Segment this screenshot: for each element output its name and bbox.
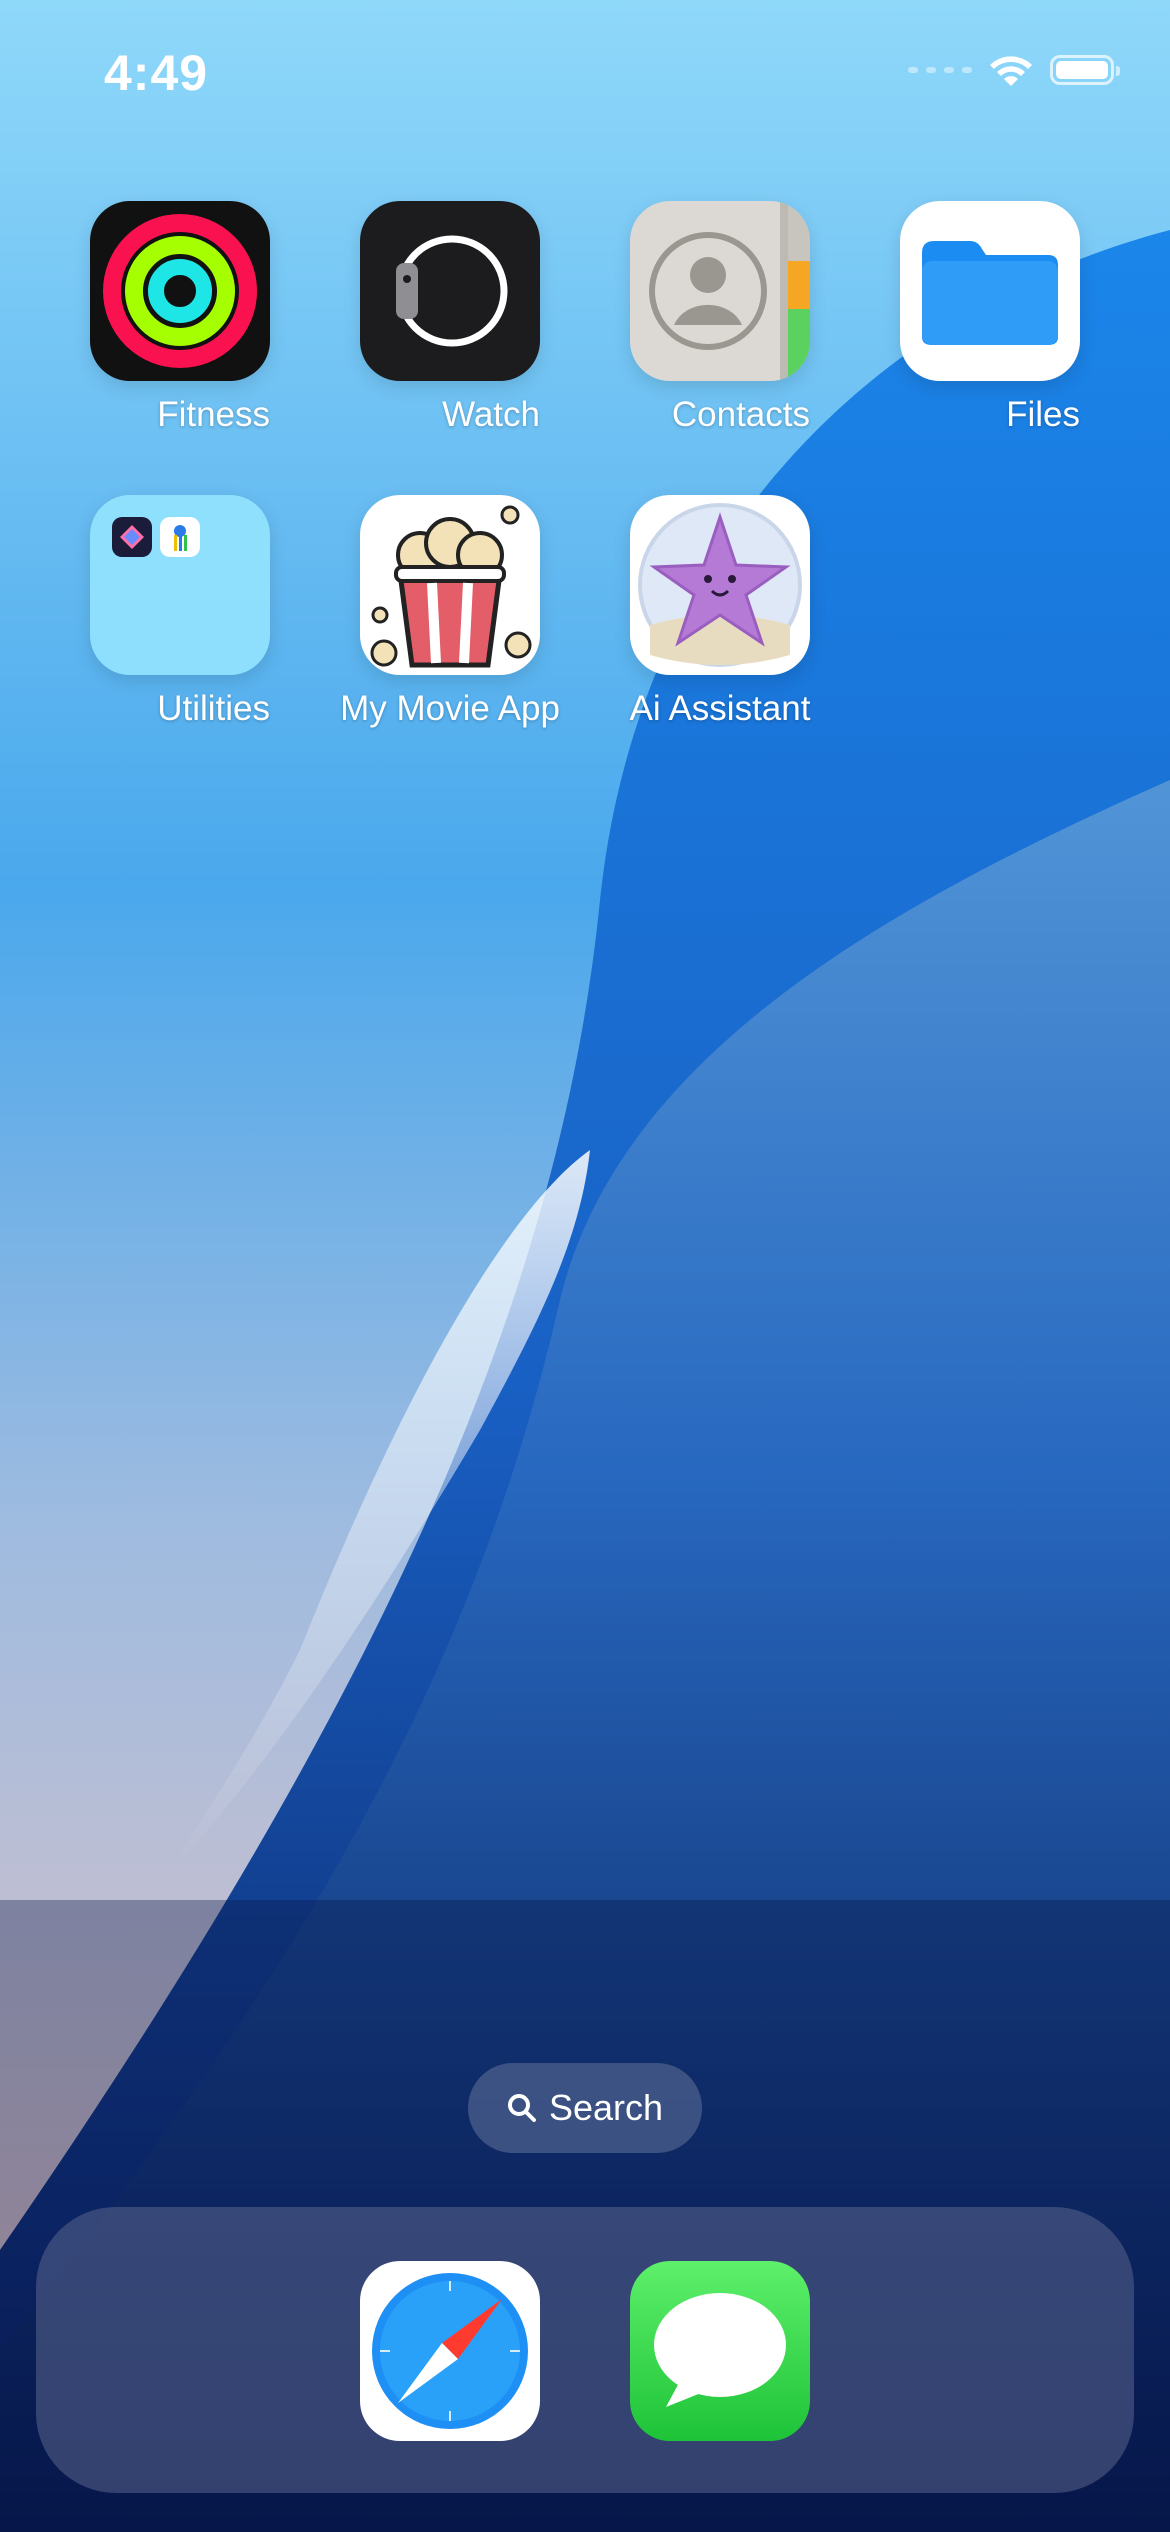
app-label: Ai Assistant: [629, 689, 811, 728]
app-files[interactable]: Files: [900, 201, 1080, 435]
app-contacts[interactable]: Contacts: [630, 201, 810, 435]
status-bar: 4:49: [0, 0, 1170, 150]
dock-app-safari[interactable]: [360, 2261, 540, 2441]
app-watch[interactable]: Watch: [360, 201, 540, 435]
fitness-rings-icon: [90, 201, 270, 381]
app-label: Files: [1006, 395, 1080, 434]
speech-bubble-icon: [654, 2293, 786, 2407]
app-label: Utilities: [157, 689, 270, 728]
cellular-signal-icon: [908, 67, 972, 73]
popcorn-icon: [360, 495, 540, 675]
app-label: Fitness: [157, 395, 270, 434]
watch-icon: [360, 201, 540, 381]
folder-utilities-icon: [90, 495, 270, 675]
app-label: My Movie App: [340, 689, 560, 728]
dock-app-messages[interactable]: [630, 2261, 810, 2441]
app-my-movie[interactable]: My Movie App: [340, 495, 560, 729]
search-button[interactable]: Search: [468, 2063, 702, 2153]
app-fitness[interactable]: Fitness: [90, 201, 270, 435]
app-label: Watch: [442, 395, 540, 434]
contacts-icon: [630, 201, 810, 381]
search-icon: [507, 2094, 536, 2122]
status-time: 4:49: [104, 45, 209, 101]
folder-utilities[interactable]: Utilities: [90, 495, 270, 729]
status-icons: [908, 52, 1120, 88]
battery-icon: [1050, 55, 1120, 85]
compass-icon: [372, 2273, 528, 2429]
app-ai-assistant[interactable]: Ai Assistant: [630, 495, 810, 729]
search-label: Search: [548, 2087, 664, 2128]
starfish-icon: [630, 495, 810, 675]
app-label: Contacts: [671, 395, 810, 434]
wifi-icon: [990, 56, 1032, 86]
folder-icon: [900, 201, 1080, 381]
dock: [36, 2207, 1134, 2493]
